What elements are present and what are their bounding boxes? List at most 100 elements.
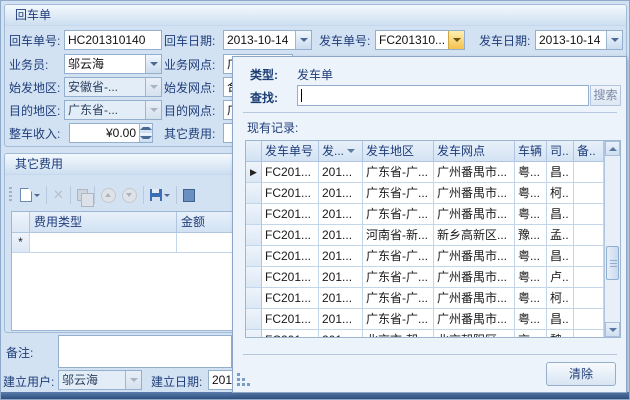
vehicle-income-spinner[interactable]: ¥0.00 — [69, 123, 153, 143]
table-cell[interactable]: 201... — [319, 267, 363, 288]
row-selector[interactable] — [246, 183, 262, 204]
fee-type-cell[interactable] — [30, 233, 177, 252]
table-cell[interactable]: FC201... — [262, 309, 319, 330]
table-cell[interactable]: 北京朝阳区 — [434, 330, 515, 338]
table-cell[interactable]: 昌.. — [547, 162, 574, 183]
table-cell[interactable]: 粤... — [515, 309, 547, 330]
table-row[interactable]: FC201201北京市-朝北京朝阳区京魏 — [246, 330, 620, 338]
table-cell[interactable]: 昌.. — [547, 204, 574, 225]
table-cell[interactable]: 粤... — [515, 246, 547, 267]
table-cell[interactable] — [574, 267, 604, 288]
scroll-down-icon[interactable] — [605, 322, 620, 337]
table-cell[interactable]: 201... — [319, 246, 363, 267]
table-cell[interactable]: 广东省-广... — [363, 288, 434, 309]
table-cell[interactable]: 柯.. — [547, 183, 574, 204]
origin-area-select[interactable]: 安徽省-... — [64, 77, 162, 97]
table-row[interactable]: FC201...201...广东省-广...广州番禺市...粤...昌.. — [246, 246, 620, 267]
table-cell[interactable]: 广东省-广... — [363, 162, 434, 183]
table-cell[interactable]: 昌.. — [547, 246, 574, 267]
table-cell[interactable]: FC201... — [262, 162, 319, 183]
table-cell[interactable] — [574, 246, 604, 267]
table-cell[interactable]: FC201... — [262, 225, 319, 246]
column-header[interactable]: 司.. — [547, 141, 574, 162]
table-cell[interactable]: 柯.. — [547, 288, 574, 309]
move-down-icon[interactable] — [122, 188, 137, 203]
table-cell[interactable] — [574, 183, 604, 204]
row-selector[interactable] — [246, 225, 262, 246]
row-selector[interactable] — [246, 204, 262, 225]
table-cell[interactable]: 201 — [319, 330, 363, 338]
row-selector[interactable]: ▶ — [246, 162, 262, 183]
spin-down-icon[interactable] — [140, 133, 152, 142]
remark-textarea[interactable] — [58, 335, 232, 368]
return-date-picker[interactable]: 2013-10-14 — [223, 30, 312, 50]
table-cell[interactable]: FC201 — [262, 330, 319, 338]
column-header[interactable]: 发车网点 — [434, 141, 515, 162]
table-row[interactable]: FC201...201...广东省-广...广州番禺市...粤...昌.. — [246, 309, 620, 330]
table-cell[interactable]: 京 — [515, 330, 547, 338]
table-cell[interactable]: FC201... — [262, 204, 319, 225]
table-cell[interactable]: 201... — [319, 309, 363, 330]
table-cell[interactable]: FC201... — [262, 183, 319, 204]
spin-up-icon[interactable] — [140, 124, 152, 133]
fee-type-column-header[interactable]: 费用类型 — [30, 212, 177, 232]
new-item-button[interactable] — [20, 188, 40, 202]
table-cell[interactable]: 粤... — [515, 204, 547, 225]
table-cell[interactable]: 广东省-广... — [363, 267, 434, 288]
scroll-up-icon[interactable] — [605, 141, 620, 156]
delete-icon[interactable]: ✕ — [53, 188, 64, 202]
table-cell[interactable]: 粤... — [515, 183, 547, 204]
table-row[interactable]: FC201...201...广东省-广...广州番禺市...粤...柯.. — [246, 183, 620, 204]
table-row[interactable]: FC201...201...河南省-新...新乡高新区...豫...孟.. — [246, 225, 620, 246]
row-selector[interactable] — [246, 309, 262, 330]
move-up-icon[interactable] — [101, 188, 116, 203]
table-cell[interactable]: FC201... — [262, 267, 319, 288]
search-button[interactable]: 搜索 — [590, 85, 621, 106]
table-cell[interactable]: 201... — [319, 288, 363, 309]
row-selector[interactable] — [246, 267, 262, 288]
table-cell[interactable]: 粤... — [515, 288, 547, 309]
chevron-down-icon[interactable] — [448, 31, 464, 49]
table-cell[interactable] — [574, 204, 604, 225]
table-cell[interactable] — [574, 288, 604, 309]
table-cell[interactable]: 广州番禺市... — [434, 288, 515, 309]
table-cell[interactable]: 卢.. — [547, 267, 574, 288]
table-cell[interactable]: FC201... — [262, 246, 319, 267]
table-cell[interactable]: 广州番禺市... — [434, 267, 515, 288]
chevron-down-icon[interactable] — [145, 55, 161, 73]
table-cell[interactable] — [574, 225, 604, 246]
column-header[interactable]: 发车地区 — [363, 141, 434, 162]
table-row[interactable]: FC201...201...广东省-广...广州番禺市...粤...卢.. — [246, 267, 620, 288]
table-cell[interactable] — [574, 330, 604, 338]
save-button[interactable] — [150, 189, 170, 201]
table-cell[interactable]: 新乡高新区... — [434, 225, 515, 246]
resize-grip-icon[interactable] — [237, 383, 240, 386]
depart-no-picker[interactable]: FC201310... — [375, 30, 465, 50]
table-cell[interactable]: 广东省-广... — [363, 246, 434, 267]
copy-icon[interactable] — [77, 189, 88, 201]
row-selector[interactable] — [246, 288, 262, 309]
more-tools-icon[interactable] — [183, 189, 195, 202]
table-cell[interactable]: 广东省-广... — [363, 309, 434, 330]
column-header[interactable]: 备.. — [574, 141, 604, 162]
salesman-select[interactable]: 邬云海 — [64, 54, 162, 74]
vertical-scrollbar[interactable] — [604, 141, 620, 337]
created-by-select[interactable]: 邬云海 — [58, 370, 142, 390]
table-cell[interactable]: 昌.. — [547, 309, 574, 330]
table-cell[interactable]: 201... — [319, 204, 363, 225]
column-header[interactable]: 发车单号 — [262, 141, 319, 162]
table-row[interactable]: FC201...201...广东省-广...广州番禺市...粤...柯.. — [246, 288, 620, 309]
table-cell[interactable] — [574, 162, 604, 183]
table-cell[interactable]: FC201... — [262, 288, 319, 309]
dest-area-select[interactable]: 广东省-... — [64, 100, 162, 120]
chevron-down-icon[interactable] — [606, 31, 622, 49]
row-selector[interactable] — [246, 246, 262, 267]
column-header-sorted[interactable]: 发... — [319, 141, 363, 162]
table-cell[interactable]: 广州番禺市... — [434, 246, 515, 267]
table-cell[interactable]: 粤... — [515, 267, 547, 288]
chevron-down-icon[interactable] — [164, 194, 170, 197]
table-cell[interactable]: 豫... — [515, 225, 547, 246]
chevron-down-icon[interactable] — [295, 31, 311, 49]
table-cell[interactable]: 粤... — [515, 162, 547, 183]
table-cell[interactable]: 北京市-朝 — [363, 330, 434, 338]
